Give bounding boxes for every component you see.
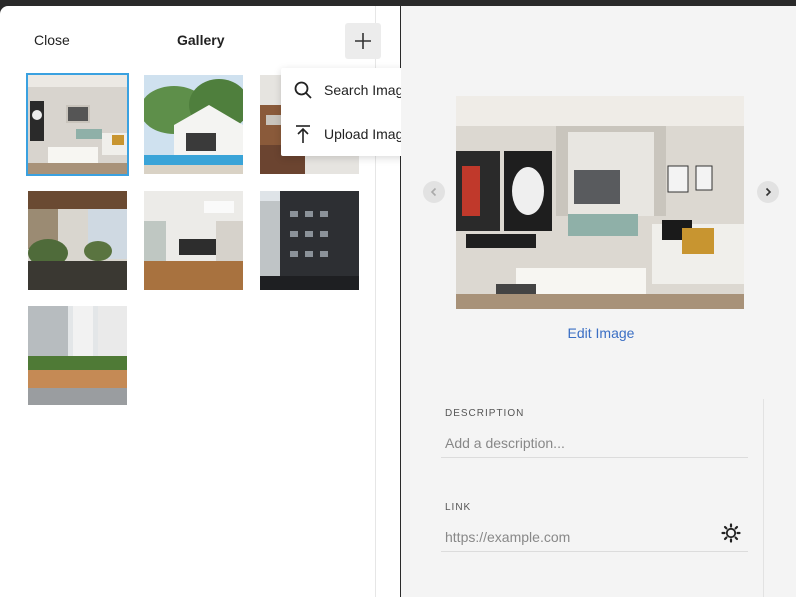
add-image-button[interactable] (345, 23, 381, 59)
gallery-thumbnail[interactable] (260, 191, 359, 290)
thumbnail-image-living-room (28, 75, 127, 174)
link-settings-button[interactable] (721, 523, 741, 543)
description-label: DESCRIPTION (445, 408, 525, 419)
chevron-right-icon (765, 187, 772, 197)
previous-image-button[interactable] (423, 181, 445, 203)
upload-icon (296, 125, 310, 143)
gallery-thumbnail[interactable] (28, 306, 127, 405)
gallery-panel: Close Gallery Search Images Upload Image… (0, 6, 446, 597)
edit-image-link[interactable]: Edit Image (401, 325, 796, 341)
search-icon (294, 81, 312, 99)
thumbnail-image-terrace (28, 191, 127, 290)
chevron-left-icon (430, 187, 437, 197)
gallery-thumbnail[interactable] (28, 191, 127, 290)
description-input[interactable] (441, 428, 748, 458)
thumbnail-image-kitchen (144, 191, 243, 290)
link-label: LINK (445, 502, 472, 513)
next-image-button[interactable] (757, 181, 779, 203)
form-divider (763, 399, 764, 597)
selected-image-preview (456, 96, 744, 309)
gallery-thumbnail[interactable] (26, 73, 129, 176)
plus-icon (355, 33, 371, 49)
thumbnail-image-pool-house (144, 75, 243, 174)
thumbnail-image-rooftop-planters (28, 306, 127, 405)
panel-title: Gallery (177, 32, 225, 48)
gallery-thumbnail[interactable] (144, 75, 243, 174)
close-button[interactable]: Close (34, 32, 70, 48)
thumbnail-image-building-facade (260, 191, 359, 290)
gallery-thumbnail[interactable] (144, 191, 243, 290)
image-detail-panel: Edit Image DESCRIPTION LINK (401, 6, 796, 597)
image-details-form: DESCRIPTION LINK (441, 399, 764, 597)
preview-image-living-room (456, 96, 744, 309)
gear-icon (721, 523, 741, 543)
link-input[interactable] (441, 522, 748, 552)
